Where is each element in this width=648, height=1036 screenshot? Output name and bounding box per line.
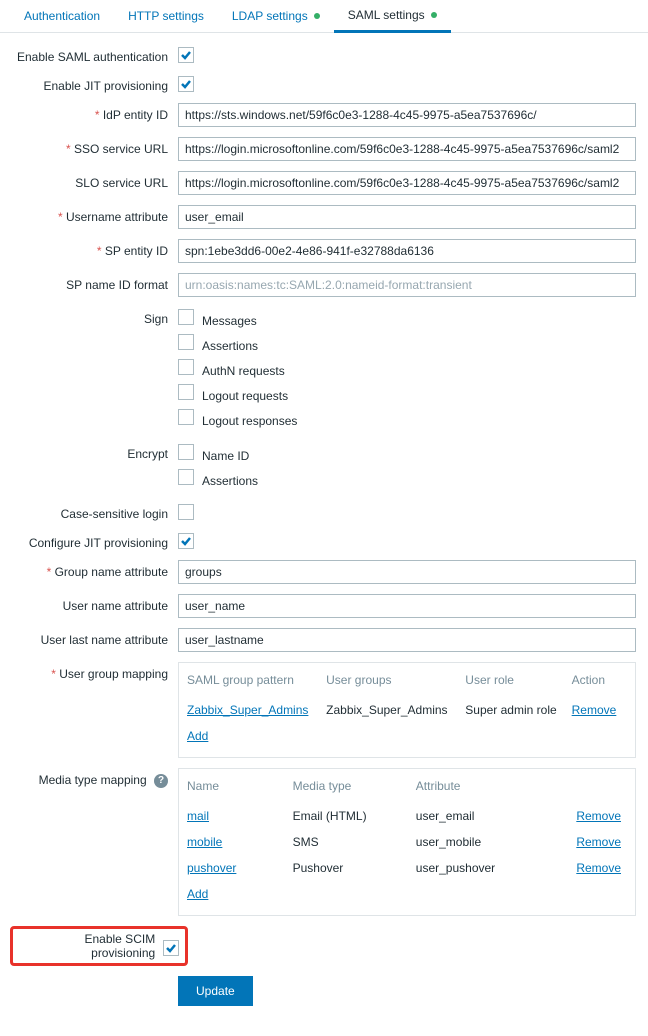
update-button[interactable]: Update [178, 976, 253, 1006]
input-user-name-attr[interactable] [178, 594, 636, 618]
input-sso-url[interactable] [178, 137, 636, 161]
highlight-enable-scim: Enable SCIM provisioning [10, 926, 188, 966]
table-row: mobile SMS user_mobile Remove [187, 829, 627, 855]
link-remove[interactable]: Remove [576, 809, 621, 823]
th-media-type: Media type [293, 775, 416, 803]
input-sp-nameid[interactable] [178, 273, 636, 297]
link-media-name[interactable]: mail [187, 809, 209, 823]
label-sign: Sign [10, 307, 178, 326]
label-encrypt: Encrypt [10, 442, 178, 461]
input-group-name-attr[interactable] [178, 560, 636, 584]
th-role: User role [465, 669, 571, 697]
label-user-lastname-attr: User last name attribute [10, 628, 178, 647]
tab-saml-settings[interactable]: SAML settings [334, 0, 451, 33]
label-sso-url: SSO service URL [10, 137, 178, 156]
label-enable-saml: Enable SAML authentication [10, 45, 178, 64]
label-user-group-mapping: User group mapping [10, 662, 178, 681]
cb-label: Assertions [202, 474, 258, 488]
th-media-name: Name [187, 775, 293, 803]
link-group-pattern[interactable]: Zabbix_Super_Admins [187, 703, 308, 717]
th-media-attr: Attribute [416, 775, 548, 803]
cell-role: Super admin role [465, 697, 571, 723]
checkbox-encrypt-nameid[interactable] [178, 444, 194, 460]
th-action: Action [572, 669, 627, 697]
checkbox-sign-logout-req[interactable] [178, 384, 194, 400]
tab-ldap-settings[interactable]: LDAP settings [218, 0, 334, 32]
tabs-bar: Authentication HTTP settings LDAP settin… [0, 0, 648, 33]
input-sp-entity[interactable] [178, 239, 636, 263]
link-remove[interactable]: Remove [576, 861, 621, 875]
table-row: pushover Pushover user_pushover Remove [187, 855, 627, 881]
input-slo-url[interactable] [178, 171, 636, 195]
label-enable-jit: Enable JIT provisioning [10, 74, 178, 93]
table-row: mail Email (HTML) user_email Remove [187, 803, 627, 829]
tab-authentication[interactable]: Authentication [10, 0, 114, 32]
checkbox-sign-logout-resp[interactable] [178, 409, 194, 425]
link-add-group-mapping[interactable]: Add [187, 729, 208, 743]
tab-http-settings[interactable]: HTTP settings [114, 0, 218, 32]
link-add-media-mapping[interactable]: Add [187, 887, 208, 901]
label-sp-entity: SP entity ID [10, 239, 178, 258]
cell-media-attr: user_mobile [416, 829, 548, 855]
label-case-sensitive: Case-sensitive login [10, 502, 178, 521]
th-groups: User groups [326, 669, 465, 697]
checkbox-case-sensitive[interactable] [178, 504, 194, 520]
group-mapping-table: SAML group pattern User groups User role… [178, 662, 636, 758]
link-media-name[interactable]: mobile [187, 835, 222, 849]
label-media-type-mapping: Media type mapping ? [10, 768, 178, 789]
input-idp-entity[interactable] [178, 103, 636, 127]
cell-media-type: SMS [293, 829, 416, 855]
label-slo-url: SLO service URL [10, 171, 178, 190]
status-dot-icon [431, 12, 437, 18]
link-remove[interactable]: Remove [572, 703, 617, 717]
label-enable-scim: Enable SCIM provisioning [13, 932, 163, 960]
cb-label: AuthN requests [202, 364, 285, 378]
link-remove[interactable]: Remove [576, 835, 621, 849]
cell-groups: Zabbix_Super_Admins [326, 697, 465, 723]
cell-media-attr: user_pushover [416, 855, 548, 881]
checkbox-sign-assertions[interactable] [178, 334, 194, 350]
help-icon[interactable]: ? [154, 774, 168, 788]
cb-label: Name ID [202, 449, 249, 463]
cb-label: Messages [202, 314, 257, 328]
saml-form: Enable SAML authentication Enable JIT pr… [0, 33, 648, 1036]
label-sp-nameid: SP name ID format [10, 273, 178, 292]
input-user-lastname-attr[interactable] [178, 628, 636, 652]
checkbox-enable-jit[interactable] [178, 76, 194, 92]
cb-label: Assertions [202, 339, 258, 353]
cb-label: Logout requests [202, 389, 288, 403]
status-dot-icon [314, 13, 320, 19]
checkbox-configure-jit[interactable] [178, 533, 194, 549]
cell-media-type: Pushover [293, 855, 416, 881]
cell-media-type: Email (HTML) [293, 803, 416, 829]
link-media-name[interactable]: pushover [187, 861, 236, 875]
input-username-attr[interactable] [178, 205, 636, 229]
media-mapping-table: Name Media type Attribute mail Email (HT… [178, 768, 636, 916]
label-username-attr: Username attribute [10, 205, 178, 224]
checkbox-sign-messages[interactable] [178, 309, 194, 325]
checkbox-encrypt-assertions[interactable] [178, 469, 194, 485]
label-configure-jit: Configure JIT provisioning [10, 531, 178, 550]
label-user-name-attr: User name attribute [10, 594, 178, 613]
cell-media-attr: user_email [416, 803, 548, 829]
table-row: Zabbix_Super_Admins Zabbix_Super_Admins … [187, 697, 627, 723]
cb-label: Logout responses [202, 414, 297, 428]
th-pattern: SAML group pattern [187, 669, 326, 697]
label-group-name-attr: Group name attribute [10, 560, 178, 579]
checkbox-enable-saml[interactable] [178, 47, 194, 63]
checkbox-enable-scim[interactable] [163, 940, 179, 956]
label-idp-entity: IdP entity ID [10, 103, 178, 122]
checkbox-sign-authn[interactable] [178, 359, 194, 375]
